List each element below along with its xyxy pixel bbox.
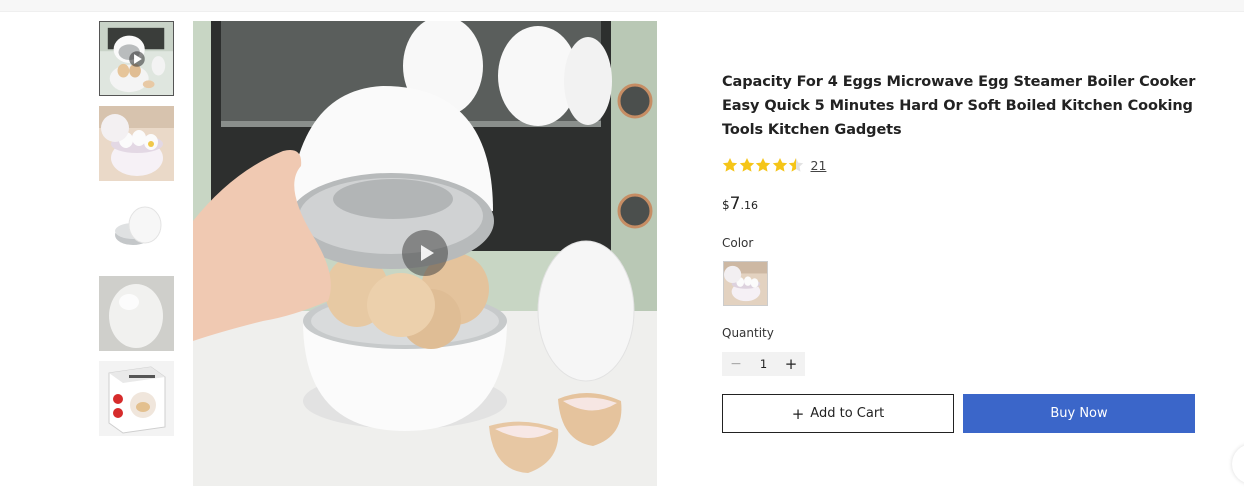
buy-now-label: Buy Now [1050, 406, 1108, 421]
review-count-link[interactable]: 21 [811, 158, 827, 173]
thumbnail-egg-steamer-closed[interactable] [99, 191, 174, 266]
product-info: Capacity For 4 Eggs Microwave Egg Steame… [722, 70, 1197, 433]
star-icon [722, 158, 738, 172]
buy-now-button[interactable]: Buy Now [963, 394, 1195, 433]
add-to-cart-label: Add to Cart [810, 406, 885, 421]
quantity-label: Quantity [722, 326, 774, 340]
product-price: $7.16 [722, 194, 758, 214]
thumbnail-product-box[interactable] [99, 361, 174, 436]
rating-stars [722, 157, 805, 173]
price-integer: 7 [729, 194, 741, 214]
color-swatch[interactable] [723, 261, 768, 306]
star-icon [788, 158, 804, 172]
play-icon [421, 245, 434, 261]
thumbnail-egg-steamer-closeup[interactable] [99, 276, 174, 351]
thumbnail-egg-steamer-open[interactable] [99, 106, 174, 181]
floating-action-button[interactable] [1232, 444, 1244, 484]
star-icon [772, 158, 787, 172]
quantity-increase-button[interactable]: + [777, 352, 805, 376]
quantity-input[interactable]: 1 [750, 357, 777, 371]
star-icon [755, 158, 771, 172]
product-title: Capacity For 4 Eggs Microwave Egg Steame… [722, 74, 1196, 138]
thumbnail-video[interactable] [99, 21, 174, 96]
add-to-cart-button[interactable]: + Add to Cart [722, 394, 954, 433]
main-product-image[interactable] [193, 21, 657, 486]
price-currency: $ [722, 198, 730, 212]
quantity-stepper: − 1 + [722, 352, 805, 376]
quantity-decrease-button[interactable]: − [722, 352, 750, 376]
rating-row: 21 [722, 156, 826, 174]
star-icon [739, 158, 754, 172]
play-video-button[interactable] [402, 230, 448, 276]
color-label: Color [722, 236, 754, 250]
price-decimal: .16 [740, 199, 758, 212]
plus-icon: + [791, 404, 805, 423]
header-strip [0, 0, 1244, 12]
